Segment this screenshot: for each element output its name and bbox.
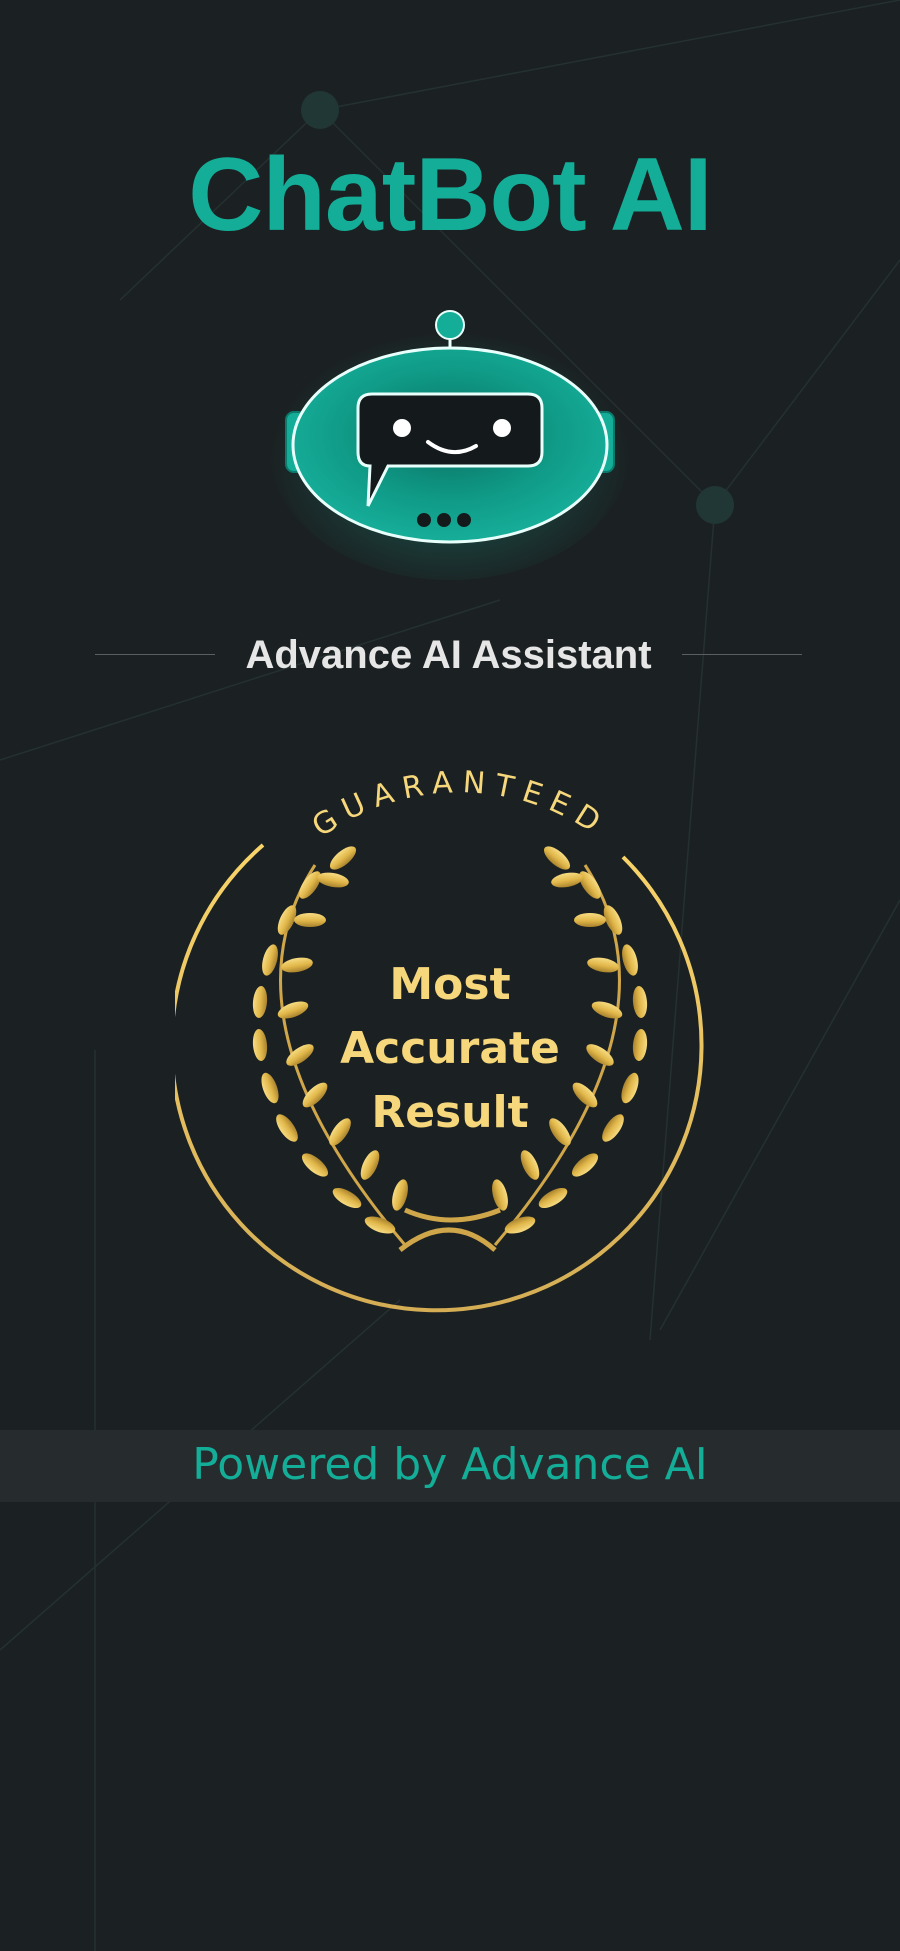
badge-arc-text: GUARANTEED xyxy=(306,770,614,844)
subtitle: Advance AI Assistant xyxy=(245,633,652,677)
chatbot-robot-icon xyxy=(270,310,630,580)
badge-line-3: Result xyxy=(371,1087,529,1138)
powered-by-text: Powered by Advance AI xyxy=(192,1439,708,1490)
divider-left xyxy=(95,654,215,655)
badge-line-2: Accurate xyxy=(340,1023,560,1074)
footer-band: Powered by Advance AI xyxy=(0,1430,900,1502)
divider-right xyxy=(682,654,802,655)
badge-line-1: Most xyxy=(389,959,511,1010)
app-title: ChatBot AI xyxy=(188,137,712,253)
subtitle-row: Advance AI Assistant xyxy=(0,625,900,685)
badge-text: Most Accurate Result xyxy=(300,953,600,1145)
